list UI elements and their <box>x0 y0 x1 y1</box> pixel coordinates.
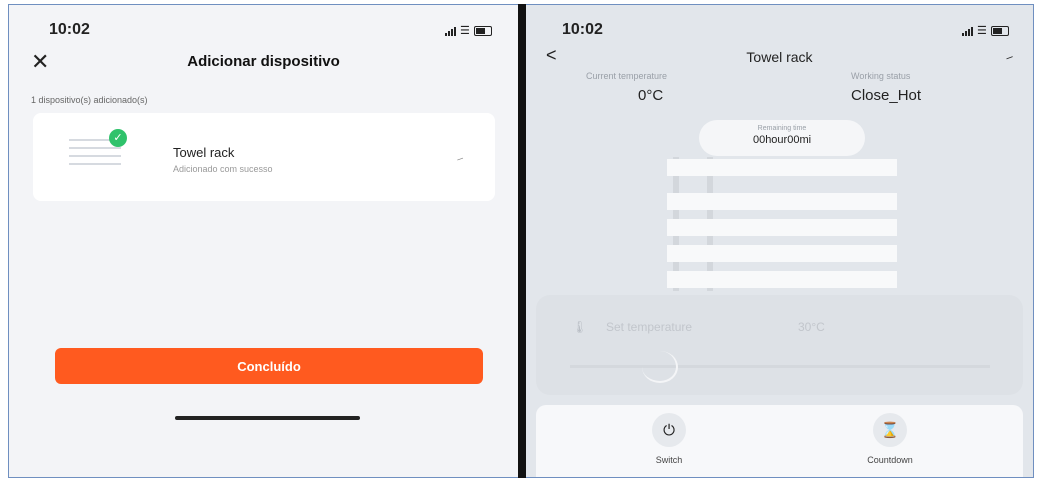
towel-rack-illustration <box>663 157 899 291</box>
device-status: Adicionado com sucesso <box>173 164 273 174</box>
device-control-screen: 10:02 ☰ < Towel rack ⎯ Current temperatu… <box>526 5 1033 477</box>
control-bar: ⏻ Switch ⌛ Countdown <box>536 405 1023 477</box>
temperature-slider[interactable] <box>570 365 990 368</box>
page-title: Adicionar dispositivo <box>187 53 340 70</box>
status-icons: ☰ <box>962 24 1009 37</box>
power-icon[interactable]: ⏻ <box>652 413 686 447</box>
working-status-value: Close_Hot <box>851 87 922 104</box>
added-count: 1 dispositivo(s) adicionado(s) <box>31 95 148 105</box>
battery-icon <box>990 25 1009 36</box>
wifi-icon: ☰ <box>977 25 987 37</box>
set-temperature-value: 30°C <box>798 320 825 334</box>
temperature-slider-knob[interactable] <box>642 351 678 383</box>
remaining-time-pill: Remaining time 00hour00mi <box>699 120 865 156</box>
current-temperature-value: 0°C <box>638 87 664 104</box>
status-time: 10:02 <box>49 21 90 38</box>
switch-control[interactable]: ⏻ Switch <box>624 413 714 465</box>
thermometer-icon: 🌡 <box>572 320 588 334</box>
device-card[interactable]: ✓ Towel rack Adicionado com sucesso <box>33 113 495 201</box>
signal-icon <box>962 26 973 36</box>
check-icon: ✓ <box>109 129 127 147</box>
wifi-icon: ☰ <box>460 25 470 37</box>
set-temperature-label: Set temperature <box>606 320 693 334</box>
current-temperature-label: Current temperature <box>586 71 668 81</box>
panel-divider <box>518 4 526 478</box>
remaining-time-value: 00hour00mi <box>752 134 812 146</box>
countdown-label: Countdown <box>867 455 913 465</box>
device-title: Towel rack <box>746 49 813 65</box>
add-device-screen: 10:02 ☰ ✕ Adicionar dispositivo 1 dispos… <box>9 5 518 477</box>
signal-icon <box>445 26 456 36</box>
hourglass-icon[interactable]: ⌛ <box>873 413 907 447</box>
remaining-time-label: Remaining time <box>757 125 807 132</box>
countdown-control[interactable]: ⌛ Countdown <box>845 413 935 465</box>
battery-icon <box>473 25 492 36</box>
done-button[interactable]: Concluído <box>55 348 483 384</box>
working-status-label: Working status <box>851 71 911 81</box>
set-temperature-card: 🌡 Set temperature 30°C <box>536 295 1023 395</box>
status-time: 10:02 <box>562 21 603 38</box>
home-indicator <box>175 416 360 420</box>
switch-label: Switch <box>655 455 683 465</box>
device-name: Towel rack <box>173 145 235 160</box>
status-icons: ☰ <box>445 24 492 37</box>
